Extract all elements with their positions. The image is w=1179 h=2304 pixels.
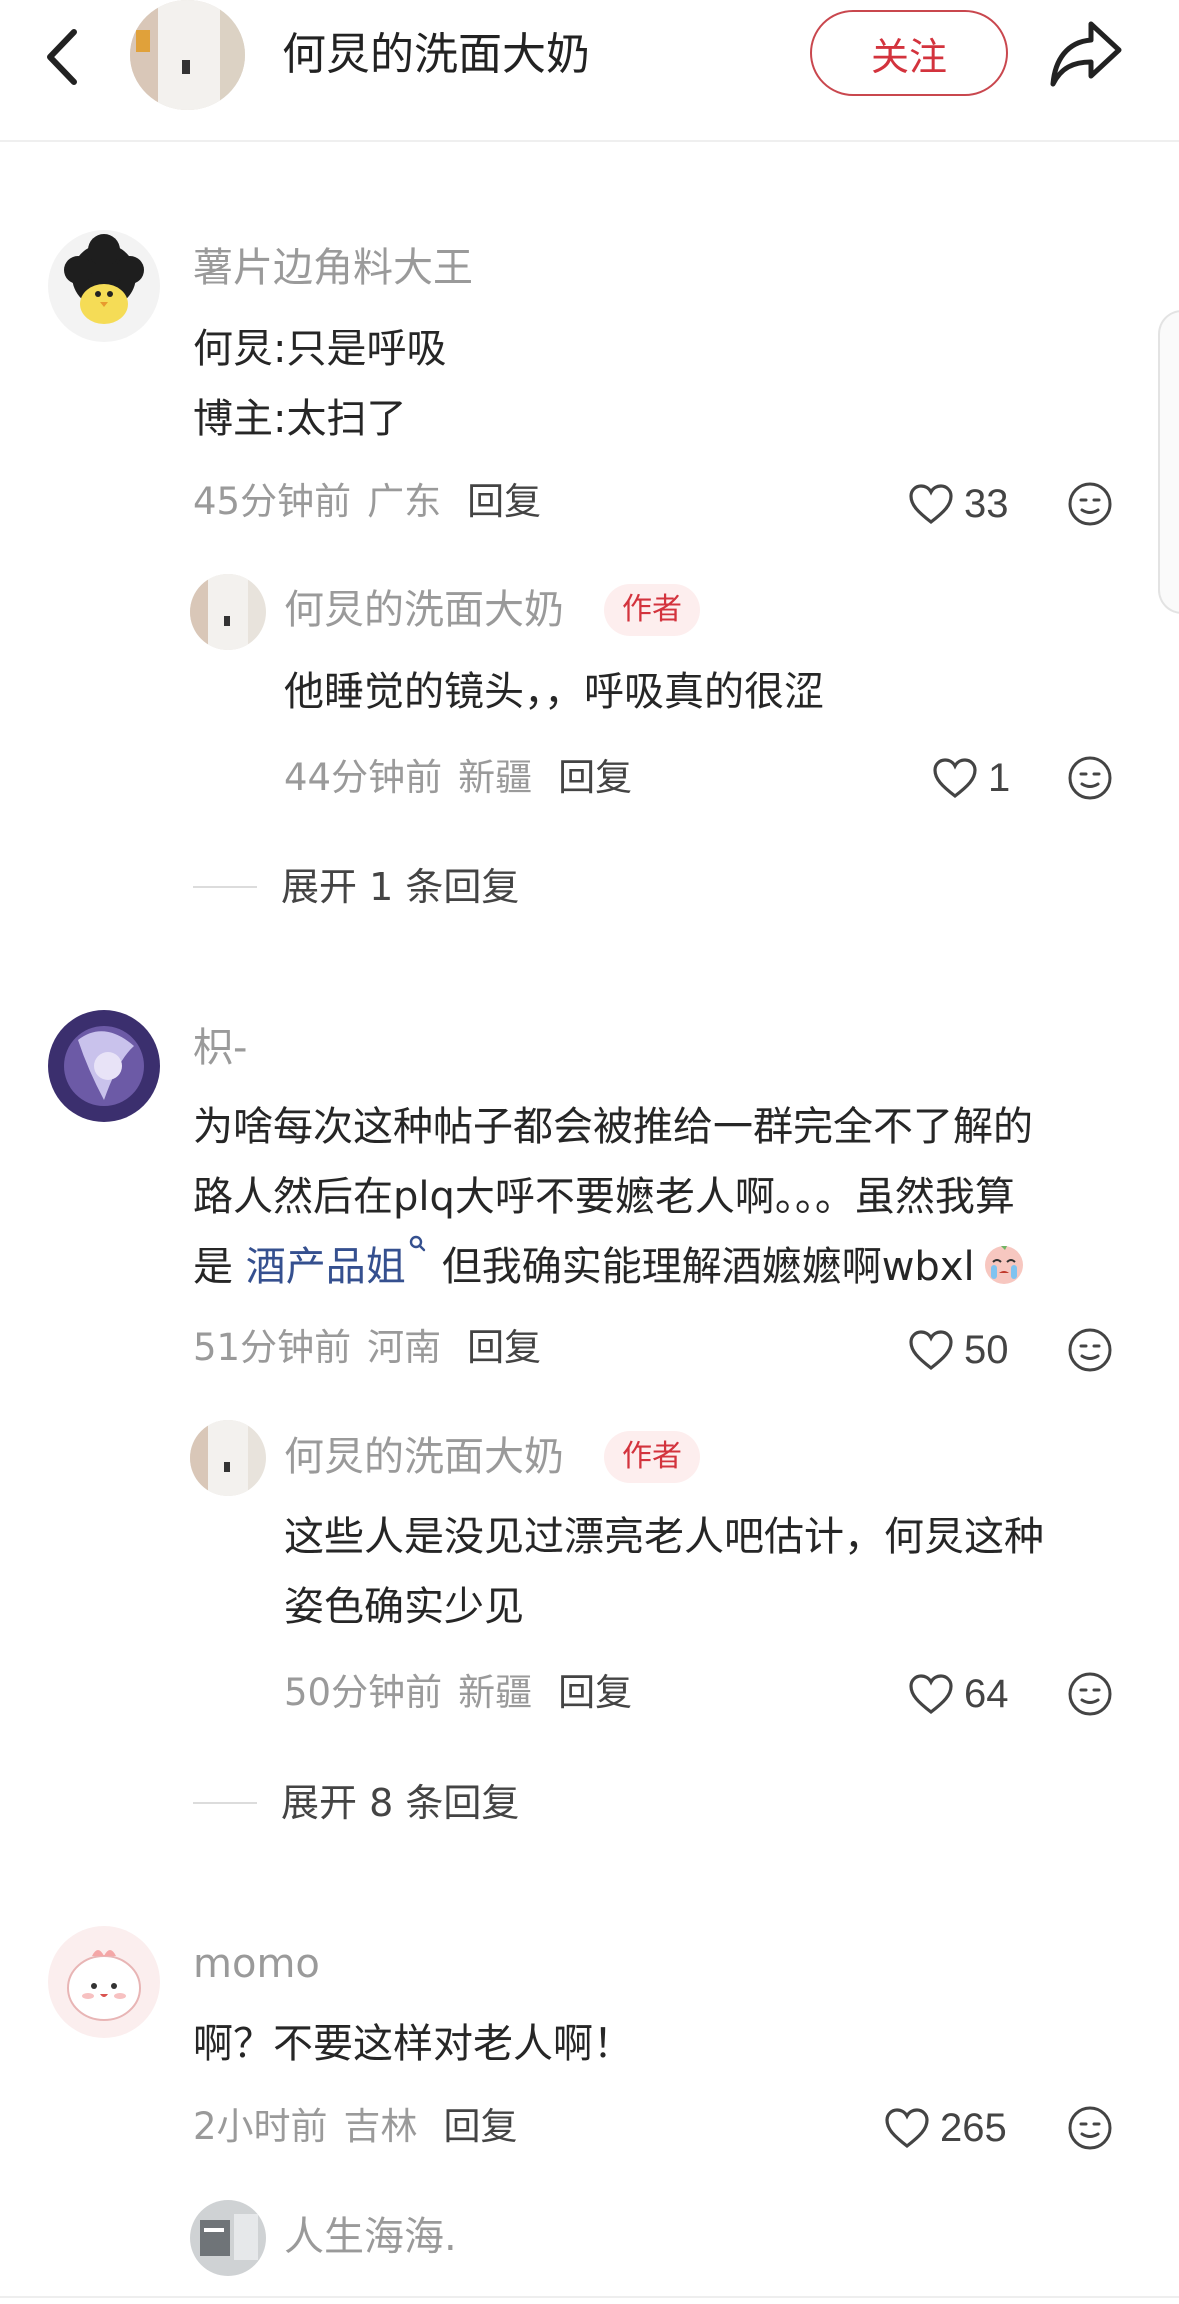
follow-button[interactable]: 关注 <box>810 10 1008 96</box>
emoji-icon <box>1068 756 1112 800</box>
comment-meta: 51分钟前 河南 回复 <box>193 1323 541 1373</box>
comment-meta: 2小时前 吉林 回复 <box>193 2102 518 2152</box>
emoji-reaction-button[interactable] <box>1066 754 1114 802</box>
reply-time: 50分钟前 <box>284 1671 443 1714</box>
comment-text: 何炅:只是呼吸 <box>193 326 447 372</box>
share-button[interactable] <box>1045 14 1127 94</box>
comment-text: 啊？不要这样对老人啊！ <box>193 2021 633 2067</box>
comment-username[interactable]: 枳- <box>193 1023 247 1073</box>
reply-button[interactable]: 回复 <box>467 1326 541 1369</box>
search-icon <box>409 1235 425 1252</box>
reply-button[interactable]: 回复 <box>467 480 541 523</box>
emoji-reaction-button[interactable] <box>1066 2104 1114 2152</box>
heart-icon <box>909 1674 953 1715</box>
like-count: 33 <box>964 481 1009 526</box>
reply-text: 姿色确实少见 <box>284 1584 524 1630</box>
avatar[interactable] <box>190 1420 266 1496</box>
comment-text: 路人然后在plq大呼不要嬷老人啊。。。虽然我算 <box>193 1174 1015 1220</box>
reply-text: 他睡觉的镜头，，呼吸真的很涩 <box>284 669 824 715</box>
reply-location: 新疆 <box>458 756 533 799</box>
avatar[interactable] <box>48 230 160 342</box>
comment-text-line: 是 酒产品姐 但我确实能理解酒嬷嬷啊wbxl <box>193 1233 1029 1301</box>
heart-icon <box>909 1330 953 1371</box>
reply-text: 这些人是没见过漂亮老人吧估计，何炅这种 <box>284 1514 1044 1560</box>
avatar[interactable] <box>48 1926 160 2038</box>
emoji-icon <box>1068 1328 1112 1372</box>
comment-username[interactable]: 薯片边角料大王 <box>193 243 473 293</box>
reply-button[interactable]: 回复 <box>444 2105 518 2148</box>
bottom-divider <box>0 2296 1179 2298</box>
reply-button[interactable]: 回复 <box>558 756 632 799</box>
like-button[interactable]: 33 <box>908 474 1009 534</box>
top-bar: 何炅的洗面大奶 关注 <box>0 0 1179 142</box>
share-icon <box>1050 21 1122 87</box>
reply-location: 新疆 <box>458 1671 533 1714</box>
comment-location: 广东 <box>367 480 442 523</box>
expand-replies-button[interactable]: 展开 1 条回复 <box>193 862 519 912</box>
avatar[interactable] <box>190 574 266 650</box>
like-button[interactable]: 1 <box>932 748 1010 808</box>
comment-meta: 45分钟前 广东 回复 <box>193 477 541 527</box>
avatar[interactable] <box>190 2200 266 2276</box>
emoji-icon <box>1068 1672 1112 1716</box>
reply-username[interactable]: 人生海海. <box>284 2212 457 2262</box>
back-button[interactable] <box>38 22 90 92</box>
author-name: 何炅的洗面大奶 <box>282 29 590 80</box>
comment-time: 2小时前 <box>193 2105 328 2148</box>
comment-text: 博主:太扫了 <box>193 396 407 442</box>
reply-meta: 50分钟前 新疆 回复 <box>284 1668 632 1718</box>
emoji-icon <box>1068 2106 1112 2150</box>
comment-location: 河南 <box>367 1326 442 1369</box>
emoji-reaction-button[interactable] <box>1066 1670 1114 1718</box>
comment-text: 是 <box>193 1244 246 1290</box>
author-badge: 作者 <box>604 584 700 636</box>
reply-meta: 44分钟前 新疆 回复 <box>284 753 632 803</box>
avatar[interactable] <box>48 1010 160 1122</box>
comment-text: 但我确实能理解酒嬷嬷啊wbxl <box>441 1244 975 1290</box>
like-count: 265 <box>940 2105 1007 2150</box>
comment-time: 51分钟前 <box>193 1326 352 1369</box>
comment-time: 45分钟前 <box>193 480 352 523</box>
divider-line <box>193 1802 257 1804</box>
emoji-reaction-button[interactable] <box>1066 1326 1114 1374</box>
scroll-handle[interactable] <box>1158 310 1179 614</box>
expand-replies-label: 展开 8 条回复 <box>281 1781 520 1825</box>
like-count: 64 <box>964 1671 1009 1716</box>
reply-username[interactable]: 何炅的洗面大奶 <box>284 585 564 635</box>
expand-replies-button[interactable]: 展开 8 条回复 <box>193 1778 519 1828</box>
heart-icon <box>885 2108 929 2149</box>
back-arrow-icon <box>47 29 77 85</box>
comment-text: 为啥每次这种帖子都会被推给一群完全不了解的 <box>193 1104 1033 1150</box>
expand-replies-label: 展开 1 条回复 <box>281 865 520 909</box>
divider-line <box>193 886 257 888</box>
topic-link[interactable]: 酒产品姐 <box>246 1244 406 1290</box>
like-count: 1 <box>988 755 1011 800</box>
like-button[interactable]: 50 <box>908 1320 1009 1380</box>
emoji-icon <box>1068 482 1112 526</box>
reply-username[interactable]: 何炅的洗面大奶 <box>284 1432 564 1482</box>
like-button[interactable]: 265 <box>884 2098 1007 2158</box>
reply-button[interactable]: 回复 <box>558 1671 632 1714</box>
comment-location: 吉林 <box>343 2105 418 2148</box>
heart-icon <box>909 484 953 525</box>
like-button[interactable]: 64 <box>908 1664 1009 1724</box>
author-avatar[interactable] <box>130 0 245 110</box>
crying-emoji-icon <box>984 1246 1023 1284</box>
comment-username[interactable]: momo <box>193 1939 320 1989</box>
heart-icon <box>933 758 977 799</box>
emoji-reaction-button[interactable] <box>1066 480 1114 528</box>
reply-time: 44分钟前 <box>284 756 443 799</box>
author-badge: 作者 <box>604 1431 700 1483</box>
like-count: 50 <box>964 1327 1009 1372</box>
